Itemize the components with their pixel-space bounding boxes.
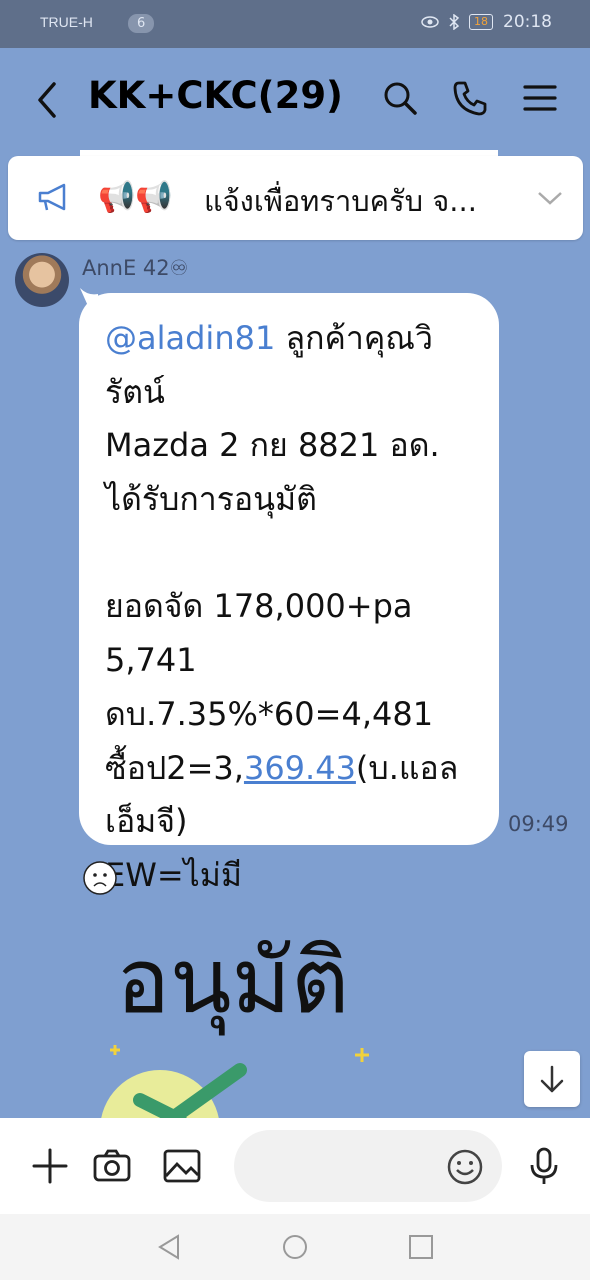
emoji-icon[interactable] — [446, 1148, 484, 1186]
message-text: @aladin81 ลูกค้าคุณวิ รัตน์ Mazda 2 กย 8… — [105, 312, 485, 903]
megaphone-icon — [38, 183, 66, 211]
message-line: ได้รับการอนุมัติ — [105, 480, 317, 519]
microphone-icon[interactable] — [524, 1146, 564, 1186]
message-line: รัตน์ — [105, 372, 165, 411]
message-line: 5,741 — [105, 641, 197, 680]
arrow-down-icon — [540, 1065, 564, 1093]
battery-icon: 18 — [469, 14, 493, 30]
back-arrow-icon[interactable] — [34, 80, 62, 120]
chat-header: KK+CKC(29) — [0, 48, 590, 152]
status-right: 18 20:18 — [421, 12, 552, 32]
message-line: Mazda 2 กย 8821 อด. — [105, 426, 440, 465]
phone-icon[interactable] — [450, 78, 490, 118]
menu-icon[interactable] — [520, 78, 560, 118]
bluetooth-icon — [449, 14, 459, 30]
approval-sticker[interactable]: อนุมัติ — [100, 929, 400, 1190]
message-line: เอ็มจี) — [105, 802, 188, 841]
announcement-emoji: 📢📢 — [98, 180, 173, 215]
announcement-text: แจ้งเพื่อทราบครับ จ... — [204, 184, 477, 218]
avatar[interactable] — [15, 253, 69, 307]
clock: 20:18 — [503, 12, 552, 32]
sticker-graphic: อนุมัติ — [100, 929, 369, 1190]
announcement-banner[interactable]: 📢📢 แจ้งเพื่อทราบครับ จ... — [8, 156, 583, 240]
message-line: ยอดจัด 178,000+pa — [105, 587, 413, 626]
carrier-label: TRUE-H — [40, 14, 93, 30]
message-line: ดบ.7.35%*60=4,481 — [105, 694, 434, 733]
scroll-down-button[interactable] — [524, 1051, 580, 1107]
chevron-down-icon[interactable] — [536, 186, 564, 210]
chat-title: KK+CKC(29) — [88, 74, 343, 117]
notification-badge: 6 — [128, 14, 155, 33]
nav-recents-icon[interactable] — [406, 1232, 436, 1262]
message-field[interactable] — [254, 1150, 438, 1175]
message-line: EW=ไม่มี — [105, 855, 242, 894]
status-bar: TRUE-H 6 18 20:18 — [0, 0, 590, 48]
small-sticker[interactable] — [82, 860, 118, 896]
image-icon[interactable] — [162, 1146, 202, 1186]
message-line: (บ.แอล — [355, 748, 459, 787]
message-line — [105, 527, 485, 581]
system-nav-bar — [0, 1214, 590, 1280]
sender-name[interactable]: AnnE 42♾ — [82, 256, 188, 280]
mention-link[interactable]: @aladin81 — [105, 319, 275, 357]
eye-icon — [421, 16, 439, 28]
search-icon[interactable] — [380, 78, 420, 118]
plus-icon[interactable] — [30, 1146, 70, 1186]
phone-number-link[interactable]: 369.43 — [244, 749, 356, 787]
message-line: ซื้อป2=3, — [105, 748, 244, 787]
message-line: ลูกค้าคุณวิ — [275, 319, 433, 357]
camera-icon[interactable] — [92, 1146, 132, 1186]
message-time: 09:49 — [508, 812, 569, 836]
sticker-text: อนุมัติ — [116, 930, 349, 1036]
message-input[interactable] — [234, 1130, 502, 1202]
nav-back-icon[interactable] — [154, 1232, 184, 1262]
message-input-bar — [0, 1118, 590, 1214]
nav-home-icon[interactable] — [280, 1232, 310, 1262]
